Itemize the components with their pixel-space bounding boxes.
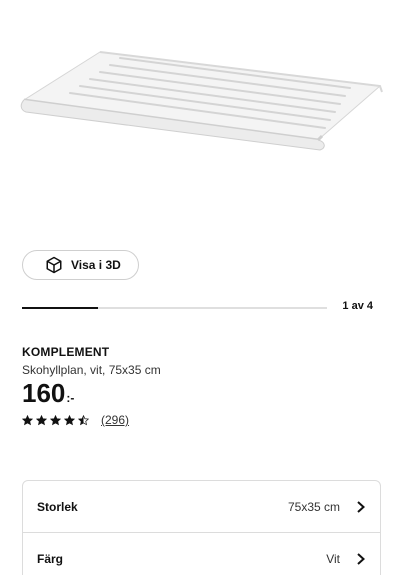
star-icon (36, 414, 47, 425)
rating-stars (22, 414, 89, 426)
gallery-progress-fill (22, 307, 99, 309)
star-icon (78, 414, 89, 425)
view-in-3d-button[interactable]: Visa i 3D (22, 250, 139, 280)
review-count-link[interactable]: (296) (101, 413, 129, 427)
product-price: 160:- (22, 378, 74, 409)
product-rating[interactable]: (296) (22, 413, 129, 427)
chevron-right-icon (357, 553, 365, 565)
gallery-progress-bar (22, 307, 327, 309)
product-options: Storlek 75x35 cm Färg Vit (22, 480, 381, 575)
star-icon (64, 414, 75, 425)
cube-icon (46, 256, 62, 274)
option-color-row[interactable]: Färg Vit (23, 533, 380, 575)
option-color-value: Vit (326, 552, 340, 566)
chevron-right-icon (357, 500, 365, 513)
star-icon (50, 414, 61, 425)
option-size-value: 75x35 cm (287, 499, 340, 514)
option-size-row[interactable]: Storlek 75x35 cm (23, 481, 380, 533)
star-icon (22, 414, 33, 425)
price-value: 160 (22, 378, 66, 408)
product-description: Skohyllplan, vit, 75x35 cm (22, 363, 161, 377)
product-name: KOMPLEMENT (22, 345, 110, 359)
view-in-3d-label: Visa i 3D (71, 258, 121, 272)
gallery-page-indicator: 1 av 4 (342, 300, 373, 312)
option-size-label: Storlek (37, 499, 78, 514)
product-image[interactable] (0, 0, 403, 240)
option-color-label: Färg (37, 552, 64, 566)
price-suffix: :- (66, 391, 75, 405)
